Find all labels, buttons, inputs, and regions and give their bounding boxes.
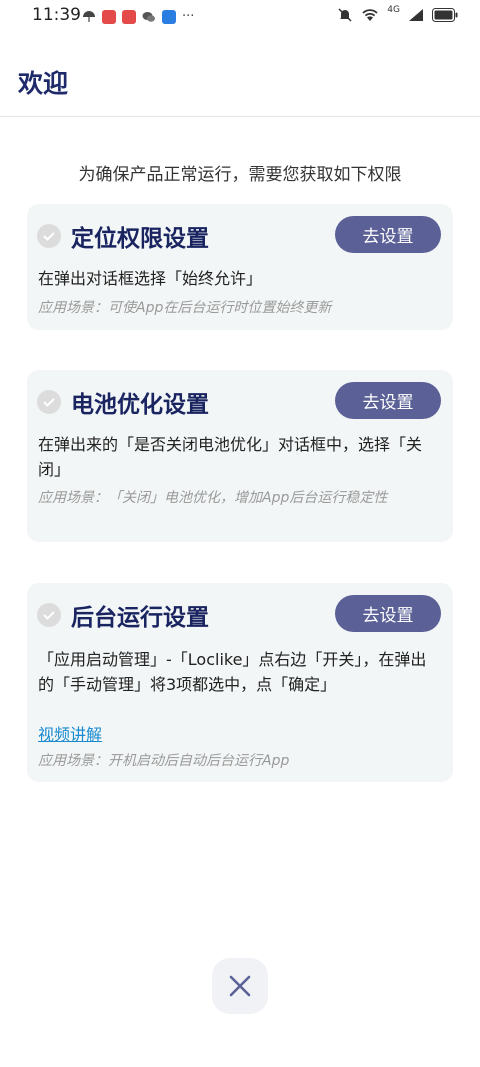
permission-card-location: 定位权限设置 去设置 在弹出对话框选择「始终允许」 应用场景：可使App在后台运…: [27, 204, 453, 330]
permission-card-battery: 电池优化设置 去设置 在弹出来的「是否关闭电池优化」对话框中，选择「关闭」 应用…: [27, 370, 453, 542]
more-notifications-icon: ···: [182, 9, 195, 24]
app-red-icon: [102, 9, 116, 24]
signal-icon: [409, 9, 423, 21]
card-description: 「应用启动管理」-「Loclike」点右边「开关」，在弹出的「手动管理」将3项都…: [38, 650, 427, 694]
card-scene: 应用场景：「关闭」电池优化，增加App后台运行稳定性: [38, 490, 388, 506]
status-right: 4G: [337, 5, 458, 23]
card-scene: 应用场景：开机启动后自动后台运行App: [38, 753, 290, 769]
go-settings-button[interactable]: 去设置: [335, 382, 441, 419]
mute-bell-icon: [338, 8, 352, 22]
page-title: 欢迎: [18, 69, 69, 98]
card-description: 在弹出对话框选择「始终允许」: [38, 269, 263, 288]
wechat-icon: [142, 11, 155, 22]
card-title: 电池优化设置: [71, 392, 209, 418]
notification-icons: ···: [82, 9, 194, 24]
close-icon: [229, 975, 251, 997]
battery-icon: [432, 8, 458, 22]
app-red-icon: [122, 9, 136, 24]
card-title: 后台运行设置: [71, 605, 209, 631]
card-header: 后台运行设置: [37, 595, 209, 635]
video-tutorial-link[interactable]: 视频讲解: [38, 721, 102, 745]
card-title: 定位权限设置: [71, 226, 209, 252]
wifi-icon: [362, 9, 378, 21]
card-scene: 应用场景：可使App在后台运行时位置始终更新: [38, 300, 332, 316]
status-time: 11:39: [32, 5, 81, 25]
card-header: 电池优化设置: [37, 382, 209, 422]
card-description: 在弹出来的「是否关闭电池优化」对话框中，选择「关闭」: [38, 435, 423, 479]
permission-card-background: 后台运行设置 去设置 「应用启动管理」-「Loclike」点右边「开关」，在弹出…: [27, 583, 453, 782]
umbrella-icon: [83, 10, 95, 22]
close-button[interactable]: [212, 958, 268, 1014]
app-header: 欢迎: [0, 34, 480, 117]
shield-app-icon: [162, 9, 176, 24]
go-settings-button[interactable]: 去设置: [335, 595, 441, 632]
card-header: 定位权限设置: [37, 216, 209, 256]
status-bar: 11:39 ··· 4G: [0, 0, 480, 34]
check-icon: [37, 390, 61, 414]
check-icon: [37, 224, 61, 248]
intro-text: 为确保产品正常运行，需要您获取如下权限: [78, 165, 402, 185]
go-settings-button[interactable]: 去设置: [335, 216, 441, 253]
network-type: 4G: [387, 5, 400, 15]
check-icon: [37, 603, 61, 627]
